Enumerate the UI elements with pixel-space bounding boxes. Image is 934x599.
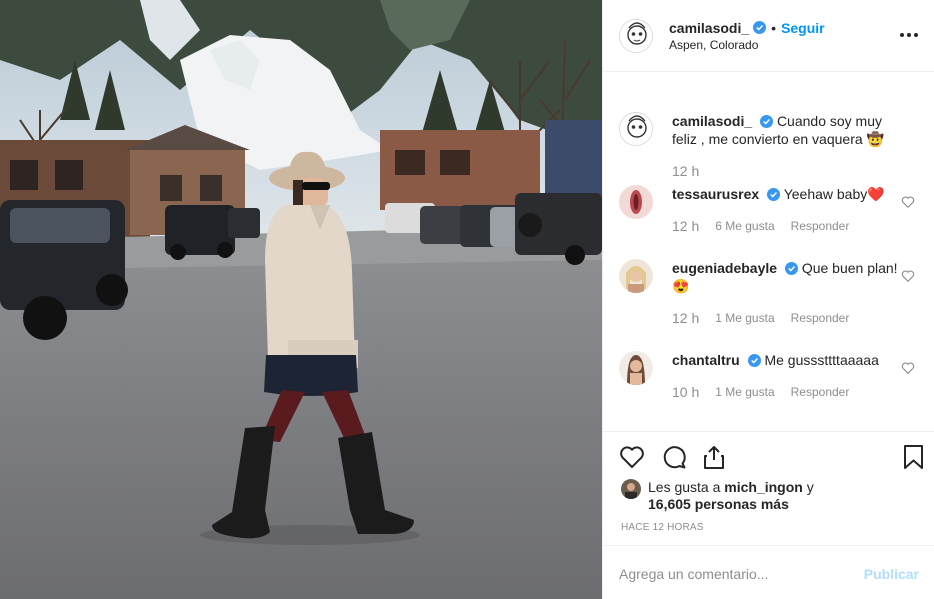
verified-badge-icon [784,262,798,275]
liker-avatar[interactable] [621,479,641,499]
liker-username[interactable]: mich_ingon [724,479,803,495]
instagram-post-view: camilasodi_ • Seguir Aspen, Colorado cam… [0,0,934,599]
heart-icon[interactable] [901,195,915,209]
author-username[interactable]: camilasodi_ [669,20,749,36]
comment-icon[interactable] [661,444,687,470]
comments-list[interactable]: camilasodi_ Cuando soy muy feliz , me co… [603,73,934,431]
comment-text: Me gusssttttaaaaa [764,352,879,368]
comment-text-line: tessaurusrex Yeehaw baby❤️ [672,185,902,203]
comment-meta: 12 h 6 Me gusta Responder [672,217,902,235]
comment-time[interactable]: 12 h [672,309,699,327]
comment-avatar[interactable] [619,185,653,219]
heart-icon[interactable] [901,269,915,283]
share-icon[interactable] [701,444,727,470]
action-icons-row [619,444,923,472]
comment-body: camilasodi_ Cuando soy muy feliz , me co… [672,112,902,180]
reply-button[interactable]: Responder [791,309,850,327]
likes-middle: y [802,479,814,495]
verified-badge-icon [753,21,767,34]
likes-count[interactable]: 16,605 personas más [648,496,789,512]
author-avatar[interactable] [619,18,653,53]
reply-button[interactable]: Responder [791,383,850,401]
comment-time[interactable]: 10 h [672,383,699,401]
post-sidebar: camilasodi_ • Seguir Aspen, Colorado cam… [602,0,934,599]
verified-badge-icon [767,188,781,201]
comment-input[interactable] [619,565,864,582]
post-photo[interactable] [0,0,602,599]
comment-text-line: chantaltru Me gusssttttaaaaa [672,351,902,369]
likes-text: Les gusta a mich_ingon y 16,605 personas… [648,479,814,513]
comment-likes[interactable]: 1 Me gusta [715,309,774,327]
bookmark-icon[interactable] [901,444,927,470]
comment-time[interactable]: 12 h [672,162,699,180]
comment-body: eugeniadebayle Que buen plan! 😍 12 h 1 M… [672,259,902,327]
comment-text-line: camilasodi_ Cuando soy muy feliz , me co… [672,112,902,148]
reply-button[interactable]: Responder [791,217,850,235]
add-comment-bar: Publicar [603,545,934,599]
comment-avatar[interactable] [619,351,653,385]
caption-avatar[interactable] [619,112,653,146]
likes-prefix: Les gusta a [648,479,725,495]
comment-body: tessaurusrex Yeehaw baby❤️ 12 h 6 Me gus… [672,185,902,235]
comment-meta: 12 h 1 Me gusta Responder [672,309,902,327]
verified-badge-icon [747,354,761,367]
comment-meta: 10 h 1 Me gusta Responder [672,383,902,401]
follow-button[interactable]: Seguir [781,20,825,36]
separator-dot: • [771,19,777,36]
post-actions: Les gusta a mich_ingon y 16,605 personas… [603,431,934,599]
comment-username[interactable]: tessaurusrex [672,186,759,202]
comment-meta: 12 h [672,162,902,180]
comment-body: chantaltru Me gusssttttaaaaa 10 h 1 Me g… [672,351,902,401]
comment-username[interactable]: chantaltru [672,352,740,368]
post-timestamp[interactable]: HACE 12 HORAS [621,522,704,533]
photo-illustration [0,0,602,599]
heart-icon[interactable] [901,361,915,375]
location-link[interactable]: Aspen, Colorado [669,38,825,52]
comment-username[interactable]: camilasodi_ [672,113,752,129]
post-header: camilasodi_ • Seguir Aspen, Colorado [603,0,934,72]
heart-icon[interactable] [619,444,645,470]
header-text: camilasodi_ • Seguir Aspen, Colorado [669,20,825,52]
comment-text-line: eugeniadebayle Que buen plan! 😍 [672,259,902,295]
header-line: camilasodi_ • Seguir [669,20,825,36]
comment-avatar[interactable] [619,259,653,293]
comment-time[interactable]: 12 h [672,217,699,235]
more-options-icon[interactable] [897,24,921,46]
comment-text: Yeehaw baby❤️ [783,186,885,202]
verified-badge-icon [760,115,774,128]
likes-summary: Les gusta a mich_ingon y 16,605 personas… [621,479,814,513]
comment-username[interactable]: eugeniadebayle [672,260,777,276]
comment-likes[interactable]: 1 Me gusta [715,383,774,401]
publish-button[interactable]: Publicar [864,566,919,582]
comment-likes[interactable]: 6 Me gusta [715,217,774,235]
